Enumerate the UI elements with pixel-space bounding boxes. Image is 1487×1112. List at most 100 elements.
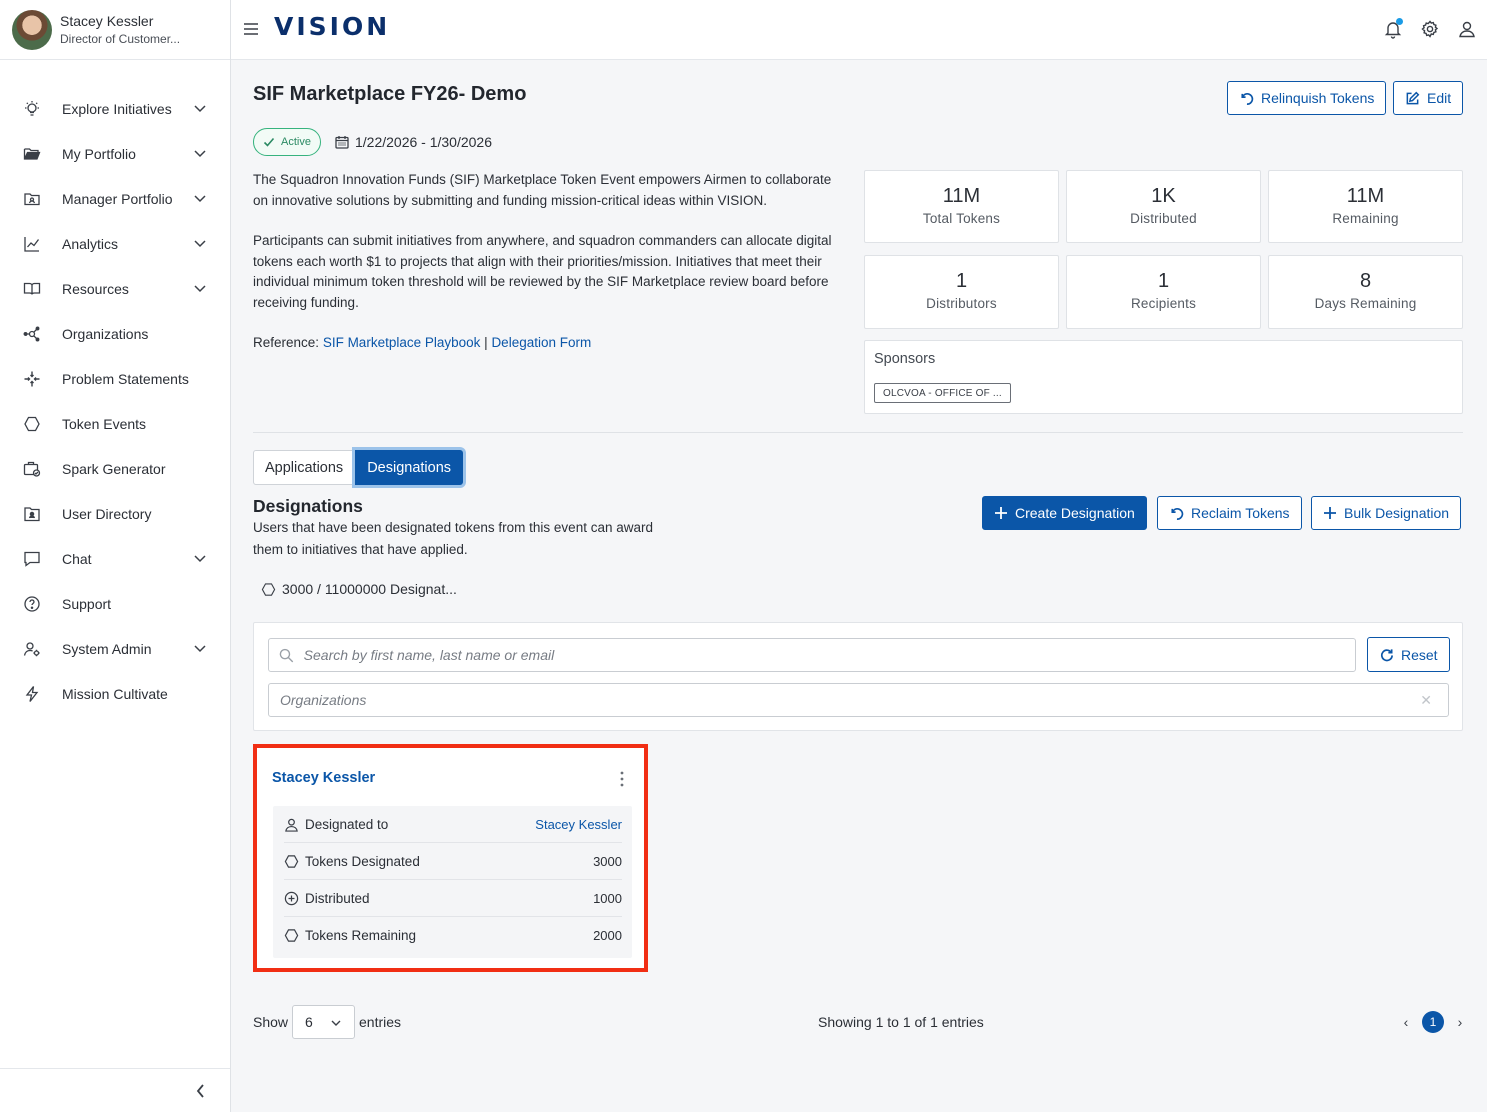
create-designation-button[interactable]: Create Designation (982, 496, 1147, 530)
filter-panel: Reset ✕ (253, 622, 1463, 731)
page-number-button[interactable]: 1 (1422, 1011, 1444, 1033)
sidebar-item-user-directory[interactable]: User Directory (0, 491, 230, 536)
card-row-designated-to: Designated to Stacey Kessler (284, 806, 622, 843)
stat-remaining: 11M Remaining (1268, 170, 1463, 243)
sidebar-item-label: Explore Initiatives (62, 100, 172, 117)
card-row-label: Tokens Designated (305, 853, 420, 869)
section-divider (253, 432, 1463, 433)
search-icon (279, 648, 294, 662)
chevron-down-icon[interactable] (192, 145, 208, 161)
sidebar-item-support[interactable]: Support (0, 581, 230, 626)
event-description: The Squadron Innovation Funds (SIF) Mark… (253, 170, 849, 374)
tab-designations[interactable]: Designations (355, 450, 464, 485)
entries-label: entries (359, 1014, 402, 1030)
sidebar-item-label: Spark Generator (62, 460, 166, 477)
relinquish-tokens-button[interactable]: Relinquish Tokens (1227, 81, 1387, 115)
sidebar-item-organizations[interactable]: Organizations (0, 311, 230, 356)
bulk-designation-button[interactable]: Bulk Designation (1311, 496, 1462, 530)
edit-button[interactable]: Edit (1393, 81, 1464, 115)
page-size-select[interactable]: 6 (292, 1005, 355, 1039)
showing-entries-text: Showing 1 to 1 of 1 entries (818, 1014, 984, 1030)
search-input[interactable] (303, 647, 1355, 663)
sidebar-item-explore-initiatives[interactable]: Explore Initiatives (0, 86, 230, 131)
chevron-down-icon[interactable] (192, 640, 208, 656)
card-row-tokens-designated: Tokens Designated 3000 (284, 843, 622, 880)
organizations-input[interactable] (280, 692, 1448, 708)
user-role: Director of Customer... (60, 31, 181, 46)
sidebar-item-label: User Directory (62, 505, 152, 522)
reclaim-tokens-button[interactable]: Reclaim Tokens (1157, 496, 1302, 530)
next-page-button[interactable]: › (1453, 1014, 1467, 1030)
sidebar-item-label: Token Events (62, 415, 147, 432)
chevron-down-icon (331, 1020, 341, 1026)
pagination: ‹ 1 › (1399, 1011, 1467, 1033)
reference-separator: | (484, 335, 488, 350)
playbook-link[interactable]: SIF Marketplace Playbook (323, 335, 481, 350)
chevron-down-icon[interactable] (192, 550, 208, 566)
briefcase-check-icon (22, 459, 42, 479)
sidebar-item-label: System Admin (62, 640, 152, 657)
chevron-down-icon[interactable] (192, 190, 208, 206)
designation-card-title[interactable]: Stacey Kessler (272, 770, 375, 786)
chevron-down-icon[interactable] (192, 100, 208, 116)
sidebar-item-problem-statements[interactable]: Problem Statements (0, 356, 230, 401)
stat-value: 1 (1157, 270, 1170, 292)
designation-progress-text: 3000 / 11000000 Designat... (282, 581, 457, 597)
card-row-label: Distributed (305, 890, 370, 906)
show-label: Show (253, 1014, 289, 1030)
edit-label: Edit (1427, 90, 1452, 106)
sidebar-footer (0, 1068, 230, 1112)
settings-gear-icon[interactable] (1420, 19, 1440, 39)
prev-page-button[interactable]: ‹ (1399, 1014, 1413, 1030)
notification-dot (1396, 18, 1403, 25)
reference-label: Reference: (253, 335, 320, 350)
sidebar-item-label: Organizations (62, 325, 149, 342)
sponsor-chip[interactable]: OLCVOA - OFFICE OF ... (874, 383, 1011, 403)
sidebar: Stacey Kessler Director of Customer... E… (0, 0, 231, 1112)
card-row-label: Designated to (305, 816, 389, 832)
sidebar-item-manager-portfolio[interactable]: Manager Portfolio (0, 176, 230, 221)
collapse-sidebar-chevron-left-icon[interactable] (192, 1081, 210, 1101)
sidebar-item-resources[interactable]: Resources (0, 266, 230, 311)
edit-icon (1406, 91, 1420, 104)
more-vertical-icon[interactable] (615, 770, 629, 788)
stat-label: Distributors (926, 296, 997, 311)
tab-bar: Applications Designations (253, 450, 464, 485)
user-gear-icon (22, 639, 42, 659)
sidebar-nav: Explore Initiatives My Portfolio Manager… (0, 60, 230, 716)
clear-icon[interactable]: ✕ (1420, 692, 1432, 709)
card-row-distributed: Distributed 1000 (284, 880, 622, 917)
create-designation-label: Create Designation (1015, 505, 1135, 521)
chat-bubble-icon (22, 549, 42, 569)
designated-to-link[interactable]: Stacey Kessler (535, 817, 622, 832)
sidebar-item-mission-cultivate[interactable]: Mission Cultivate (0, 671, 230, 716)
delegation-form-link[interactable]: Delegation Form (491, 335, 591, 350)
designation-card-details: Designated to Stacey Kessler Tokens Desi… (273, 806, 632, 958)
hexagon-icon (261, 582, 276, 596)
search-field[interactable] (268, 638, 1356, 672)
sidebar-item-my-portfolio[interactable]: My Portfolio (0, 131, 230, 176)
chevron-down-icon[interactable] (192, 280, 208, 296)
designations-description: Users that have been designated tokens f… (253, 520, 653, 557)
organizations-field[interactable]: ✕ (268, 683, 1449, 717)
sidebar-item-chat[interactable]: Chat (0, 536, 230, 581)
hexagon-icon (284, 854, 299, 868)
sidebar-item-label: Analytics (62, 235, 119, 252)
user-profile-icon[interactable] (1457, 19, 1477, 39)
chevron-down-icon[interactable] (192, 235, 208, 251)
reset-button[interactable]: Reset (1367, 637, 1450, 672)
sidebar-item-token-events[interactable]: Token Events (0, 401, 230, 446)
user-profile[interactable]: Stacey Kessler Director of Customer... (0, 0, 230, 60)
sidebar-item-spark-generator[interactable]: Spark Generator (0, 446, 230, 491)
sidebar-item-system-admin[interactable]: System Admin (0, 626, 230, 671)
stat-value: 11M (1346, 185, 1385, 207)
event-date-range: 1/22/2026 - 1/30/2026 (335, 134, 492, 150)
vision-logo[interactable]: VISION (274, 12, 390, 41)
sidebar-item-analytics[interactable]: Analytics (0, 221, 230, 266)
relinquish-tokens-label: Relinquish Tokens (1261, 90, 1375, 106)
tab-applications[interactable]: Applications (253, 450, 356, 485)
hamburger-menu-icon[interactable] (243, 22, 259, 36)
stat-value: 11M (942, 185, 981, 207)
card-row-value: 1000 (593, 890, 622, 906)
notification-bell-icon[interactable] (1383, 18, 1403, 39)
